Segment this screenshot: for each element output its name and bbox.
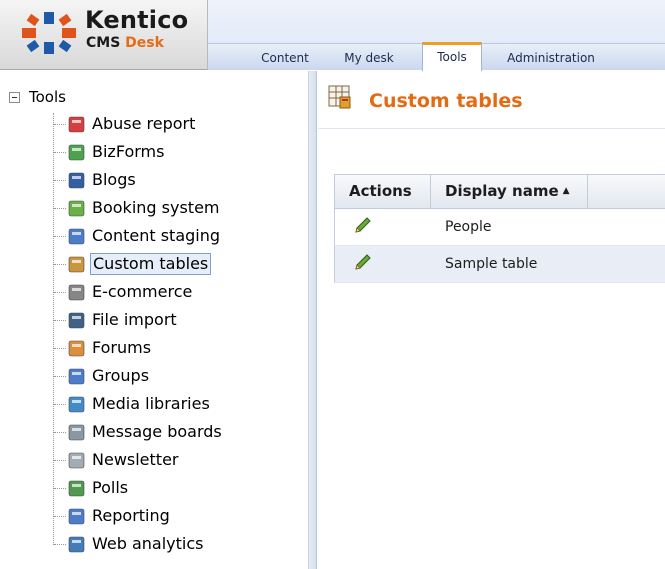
tab-my-desk[interactable]: My desk	[334, 46, 404, 71]
tree-item-label: E-commerce	[92, 282, 193, 301]
page-title: Custom tables	[369, 90, 523, 112]
tree-connector	[54, 375, 66, 377]
panel-splitter[interactable]	[309, 71, 317, 569]
tree-item-groups[interactable]: Groups	[54, 365, 151, 387]
tree-connector	[54, 319, 66, 321]
collapse-toggle-icon[interactable]	[9, 92, 20, 103]
tree-connector	[54, 263, 66, 265]
tree-connector	[54, 543, 66, 545]
column-header-actions: Actions	[335, 175, 431, 208]
tree-connector	[54, 347, 66, 349]
page-header: Custom tables	[318, 71, 665, 129]
groups-icon	[68, 368, 85, 385]
display-name-cell: Sample table	[445, 256, 538, 272]
column-header-display-name[interactable]: Display name ▲	[431, 175, 588, 208]
tree-connector	[54, 431, 66, 433]
tree-item-label: Blogs	[92, 170, 136, 189]
tree-item-blogs[interactable]: Blogs	[54, 169, 138, 191]
tree-item-e-commerce[interactable]: E-commerce	[54, 281, 194, 303]
tree-item-booking-system[interactable]: Booking system	[54, 197, 222, 219]
bizforms-icon	[68, 144, 85, 161]
tree-item-forums[interactable]: Forums	[54, 337, 153, 359]
column-header-filler	[588, 175, 665, 208]
tree-item-abuse-report[interactable]: Abuse report	[54, 113, 197, 135]
tree-connector	[54, 179, 66, 181]
tree-item-label: Message boards	[92, 422, 222, 441]
app-header: Kentico CMS Desk Content My desk Tools A…	[0, 0, 665, 71]
file-import-icon	[68, 312, 85, 329]
edit-button[interactable]	[335, 215, 431, 239]
tree-connector	[54, 151, 66, 153]
tree-item-label: Media libraries	[92, 394, 210, 413]
tree-item-reporting[interactable]: Reporting	[54, 505, 172, 527]
polls-icon	[68, 480, 85, 497]
tab-content[interactable]: Content	[250, 46, 320, 71]
newsletter-icon	[68, 452, 85, 469]
tree-item-label: Web analytics	[92, 534, 204, 553]
booking-icon	[68, 200, 85, 217]
ecommerce-cart-icon	[68, 284, 85, 301]
custom-tables-icon	[68, 256, 85, 273]
tree-item-polls[interactable]: Polls	[54, 477, 130, 499]
tree-connector	[54, 235, 66, 237]
tree-item-file-import[interactable]: File import	[54, 309, 179, 331]
tree-root-tools[interactable]: Tools	[29, 88, 66, 106]
web-analytics-icon	[68, 536, 85, 553]
display-name-cell: People	[445, 219, 492, 235]
product-name-desk: Desk	[125, 35, 164, 51]
tree-item-bizforms[interactable]: BizForms	[54, 141, 166, 163]
custom-tables-icon	[328, 85, 351, 109]
tree-item-label: Booking system	[92, 198, 220, 217]
tree-item-label: Abuse report	[92, 114, 196, 133]
table-row: Sample table	[334, 246, 665, 283]
tree-item-content-staging[interactable]: Content staging	[54, 225, 222, 247]
message-boards-icon	[68, 424, 85, 441]
tree-item-label: Polls	[92, 478, 129, 497]
tree-item-label: Custom tables	[90, 253, 212, 275]
tree-item-newsletter[interactable]: Newsletter	[54, 449, 181, 471]
tree-connector	[54, 459, 66, 461]
sort-ascending-icon: ▲	[562, 186, 570, 196]
pencil-edit-icon	[355, 217, 371, 233]
tree-item-label: BizForms	[92, 142, 165, 161]
tree-item-media-libraries[interactable]: Media libraries	[54, 393, 212, 415]
edit-button[interactable]	[335, 252, 431, 276]
tab-tools[interactable]: Tools	[422, 42, 482, 71]
product-name: CMS Desk	[86, 35, 164, 51]
tree-connector	[54, 403, 66, 405]
tree-item-label: Groups	[92, 366, 150, 385]
media-libraries-icon	[68, 396, 85, 413]
blogs-icon	[68, 172, 85, 189]
tree-item-label: Reporting	[92, 506, 170, 525]
custom-tables-grid: Actions Display name ▲ People Sample tabl…	[334, 174, 665, 283]
content-staging-icon	[68, 228, 85, 245]
pencil-edit-icon	[355, 254, 371, 270]
tree-connector	[54, 515, 66, 517]
tree-item-label: Forums	[92, 338, 152, 357]
main-tab-bar: Content My desk Tools Administration	[208, 42, 665, 71]
tree-item-label: Content staging	[92, 226, 221, 245]
kentico-logo-icon	[22, 12, 76, 54]
product-name-cms: CMS	[86, 35, 121, 51]
tree-connector	[54, 207, 66, 209]
brand-name: Kentico	[85, 6, 189, 34]
tree-connector	[54, 487, 66, 489]
abuse-report-icon	[68, 116, 85, 133]
table-row: People	[334, 209, 665, 246]
main-content: Custom tables Actions Display name ▲ Peop…	[318, 71, 665, 569]
tree-item-message-boards[interactable]: Message boards	[54, 421, 224, 443]
tree-item-custom-tables[interactable]: Custom tables	[54, 253, 212, 275]
tree-connector	[54, 291, 66, 293]
column-header-display-name-label: Display name	[445, 182, 559, 200]
tree-item-web-analytics[interactable]: Web analytics	[54, 533, 205, 555]
reporting-icon	[68, 508, 85, 525]
tab-administration[interactable]: Administration	[496, 46, 606, 71]
grid-header: Actions Display name ▲	[334, 174, 665, 209]
forums-icon	[68, 340, 85, 357]
tree-item-label: Newsletter	[92, 450, 179, 469]
tree-connector	[54, 123, 66, 125]
tree-item-label: File import	[92, 310, 177, 329]
kentico-logo: Kentico CMS Desk	[0, 0, 208, 70]
